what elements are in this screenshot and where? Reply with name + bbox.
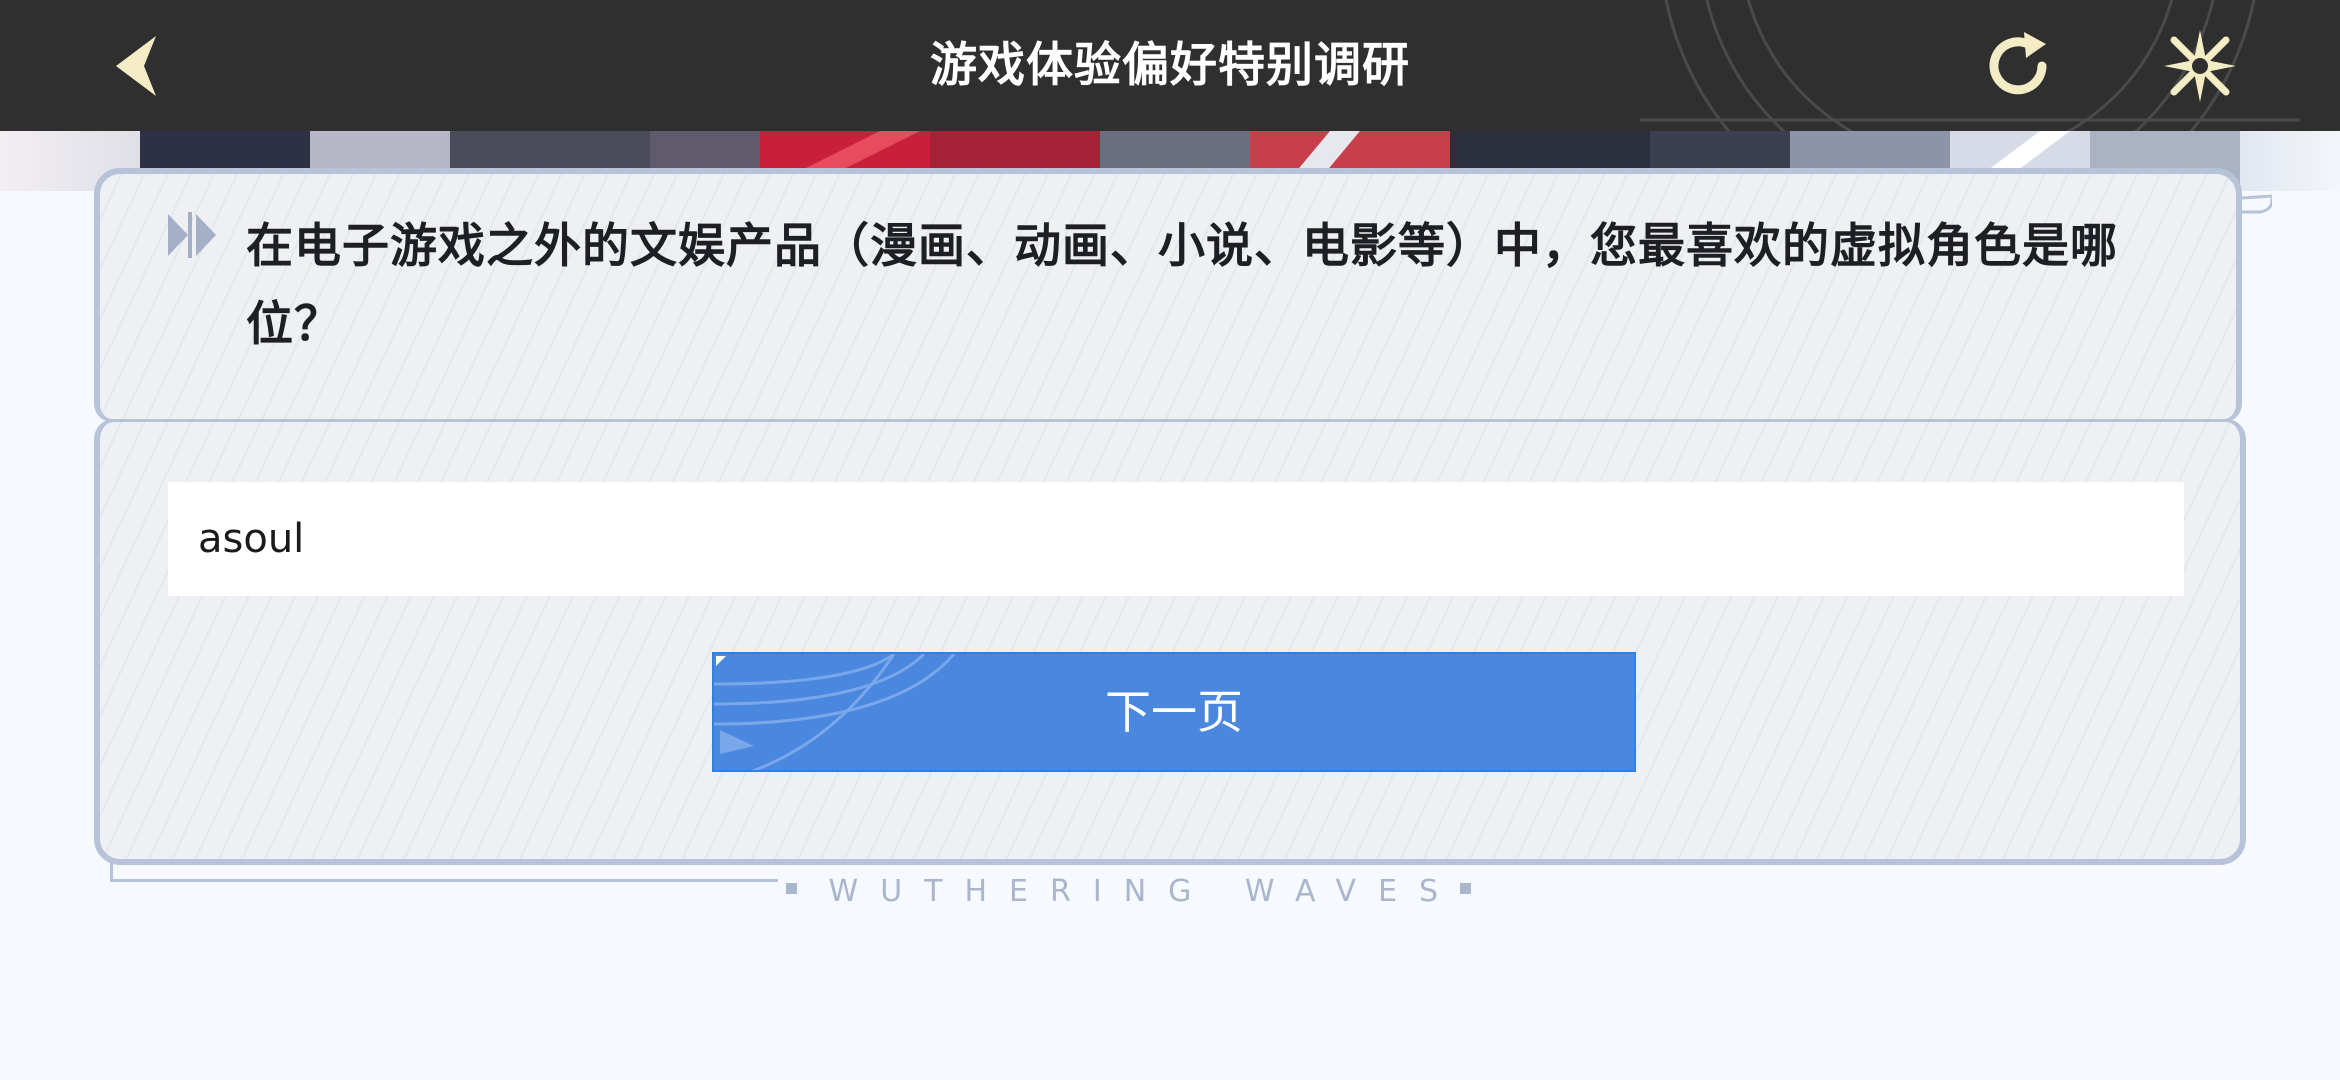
brand-text: WUTHERING WAVES: [828, 874, 1461, 909]
brand-wordmark: WUTHERING WAVES: [786, 872, 1566, 912]
question-card: 在电子游戏之外的文娱产品（漫画、动画、小说、电影等）中，您最喜欢的虚拟角色是哪位…: [94, 168, 2242, 422]
back-chevron-icon[interactable]: [100, 28, 180, 104]
top-bar: 游戏体验偏好特别调研: [0, 0, 2340, 131]
card-corner-decoration: [2242, 194, 2272, 214]
brand-square-right: [1460, 883, 1472, 894]
answer-card: 下一页: [94, 419, 2246, 865]
close-star-icon[interactable]: [2160, 26, 2240, 106]
footer-bracket-line: [110, 862, 778, 882]
refresh-icon[interactable]: [1980, 26, 2060, 106]
question-text: 在电子游戏之外的文娱产品（漫画、动画、小说、电影等）中，您最喜欢的虚拟角色是哪位…: [246, 219, 2118, 352]
brand-square-left: [786, 883, 797, 894]
question-marker-icon: [168, 212, 216, 258]
next-page-button[interactable]: 下一页: [712, 652, 1636, 772]
answer-input[interactable]: [168, 482, 2184, 596]
button-wave-decoration: [714, 654, 956, 770]
